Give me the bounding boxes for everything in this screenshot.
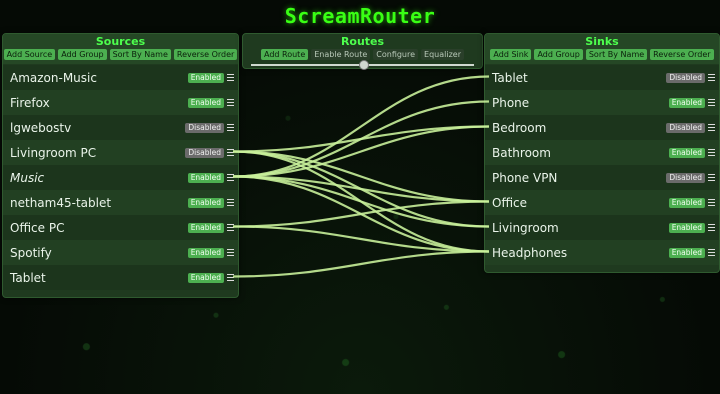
sinks-panel: Sinks Add Sink Add Group Sort By Name Re… bbox=[484, 33, 720, 273]
drag-handle-icon[interactable] bbox=[227, 174, 234, 181]
sink-status-toggle[interactable]: Disabled bbox=[666, 72, 705, 83]
drag-handle-icon[interactable] bbox=[708, 74, 715, 81]
drag-handle-icon[interactable] bbox=[227, 149, 234, 156]
route-add-route-button[interactable]: Add Route bbox=[260, 49, 309, 60]
sink-name: Office bbox=[492, 195, 528, 210]
sink-name: Bathroom bbox=[492, 145, 551, 160]
drag-handle-icon[interactable] bbox=[708, 249, 715, 256]
drag-handle-icon[interactable] bbox=[227, 224, 234, 231]
sources-header: Sources Add Source Add Group Sort By Nam… bbox=[3, 34, 238, 64]
sinks-sort-by-name-button[interactable]: Sort By Name bbox=[585, 49, 648, 60]
source-name: Firefox bbox=[10, 95, 50, 110]
source-row[interactable]: Firefox Enabled bbox=[3, 90, 238, 115]
sink-row[interactable]: Phone Enabled bbox=[485, 90, 719, 115]
drag-handle-icon[interactable] bbox=[708, 199, 715, 206]
route-equalizer-button[interactable]: Equalizer bbox=[421, 49, 465, 60]
source-name: Amazon-Music bbox=[10, 70, 97, 85]
sink-status-toggle[interactable]: Enabled bbox=[668, 222, 705, 233]
sink-row[interactable]: Office Enabled bbox=[485, 190, 719, 215]
sink-row[interactable]: Bathroom Enabled bbox=[485, 140, 719, 165]
source-name: Spotify bbox=[10, 245, 52, 260]
source-name: netham45-tablet bbox=[10, 195, 112, 210]
source-status-toggle[interactable]: Enabled bbox=[187, 72, 224, 83]
source-status-toggle[interactable]: Enabled bbox=[187, 247, 224, 258]
route-slider-handle[interactable] bbox=[359, 60, 369, 70]
app-title: ScreamRouter bbox=[284, 4, 436, 28]
sink-status-toggle[interactable]: Enabled bbox=[668, 97, 705, 108]
source-row[interactable]: Spotify Enabled bbox=[3, 240, 238, 265]
add-sink-button[interactable]: Add Sink bbox=[490, 49, 532, 60]
source-row[interactable]: Music Enabled bbox=[3, 165, 238, 190]
reverse-order-button[interactable]: Reverse Order bbox=[173, 49, 238, 60]
source-name: lgwebostv bbox=[10, 120, 72, 135]
sink-row[interactable]: Bedroom Disabled bbox=[485, 115, 719, 140]
source-name: Tablet bbox=[10, 270, 46, 285]
source-row[interactable]: Livingroom PC Disabled bbox=[3, 140, 238, 165]
add-group-button[interactable]: Add Group bbox=[58, 49, 107, 60]
sink-status-toggle[interactable]: Disabled bbox=[666, 172, 705, 183]
sink-row[interactable]: Phone VPN Disabled bbox=[485, 165, 719, 190]
source-status-toggle[interactable]: Disabled bbox=[185, 122, 224, 133]
sink-row[interactable]: Livingroom Enabled bbox=[485, 215, 719, 240]
sink-status-toggle[interactable]: Enabled bbox=[668, 197, 705, 208]
sources-toolbar: Add Source Add Group Sort By Name Revers… bbox=[3, 48, 238, 64]
source-status-toggle[interactable]: Enabled bbox=[187, 272, 224, 283]
source-status-toggle[interactable]: Enabled bbox=[187, 97, 224, 108]
source-status-toggle[interactable]: Enabled bbox=[187, 222, 224, 233]
add-source-button[interactable]: Add Source bbox=[3, 49, 56, 60]
sinks-toolbar: Add Sink Add Group Sort By Name Reverse … bbox=[485, 48, 719, 64]
sink-name: Phone bbox=[492, 95, 530, 110]
sinks-title: Sinks bbox=[585, 35, 619, 48]
route-configure-button[interactable]: Configure bbox=[373, 49, 419, 60]
sink-row[interactable]: Tablet Disabled bbox=[485, 65, 719, 90]
source-status-toggle[interactable]: Enabled bbox=[187, 172, 224, 183]
source-status-toggle[interactable]: Disabled bbox=[185, 147, 224, 158]
drag-handle-icon[interactable] bbox=[227, 74, 234, 81]
source-name: Office PC bbox=[10, 220, 65, 235]
sink-name: Phone VPN bbox=[492, 170, 558, 185]
source-name: Music bbox=[10, 170, 45, 185]
drag-handle-icon[interactable] bbox=[708, 99, 715, 106]
routes-panel: Routes Add Route Enable Route Configure Equ… bbox=[242, 33, 483, 70]
source-row[interactable]: Tablet Enabled bbox=[3, 265, 238, 290]
drag-handle-icon[interactable] bbox=[227, 274, 234, 281]
sources-panel: Sources Add Source Add Group Sort By Nam… bbox=[2, 33, 239, 298]
sinks-header: Sinks Add Sink Add Group Sort By Name Re… bbox=[485, 34, 719, 64]
route-enable-route-button[interactable]: Enable Route bbox=[311, 49, 371, 60]
source-row[interactable]: Office PC Enabled bbox=[3, 215, 238, 240]
sources-title: Sources bbox=[95, 35, 146, 48]
drag-handle-icon[interactable] bbox=[227, 249, 234, 256]
sink-status-toggle[interactable]: Enabled bbox=[668, 247, 705, 258]
source-status-toggle[interactable]: Enabled bbox=[187, 197, 224, 208]
sort-by-name-button[interactable]: Sort By Name bbox=[109, 49, 171, 60]
drag-handle-icon[interactable] bbox=[708, 149, 715, 156]
sink-row[interactable]: Headphones Enabled bbox=[485, 240, 719, 265]
drag-handle-icon[interactable] bbox=[708, 224, 715, 231]
source-row[interactable]: netham45-tablet Enabled bbox=[3, 190, 238, 215]
drag-handle-icon[interactable] bbox=[708, 124, 715, 131]
drag-handle-icon[interactable] bbox=[708, 174, 715, 181]
sink-status-toggle[interactable]: Enabled bbox=[668, 147, 705, 158]
sink-name: Tablet bbox=[492, 70, 528, 85]
source-row[interactable]: lgwebostv Disabled bbox=[3, 115, 238, 140]
drag-handle-icon[interactable] bbox=[227, 99, 234, 106]
source-row[interactable]: Amazon-Music Enabled bbox=[3, 65, 238, 90]
add-sink-group-button[interactable]: Add Group bbox=[534, 49, 583, 60]
source-name: Livingroom PC bbox=[10, 145, 97, 160]
sink-name: Headphones bbox=[492, 245, 568, 260]
sinks-reverse-order-button[interactable]: Reverse Order bbox=[650, 49, 714, 60]
routes-title: Routes bbox=[340, 35, 385, 48]
drag-handle-icon[interactable] bbox=[227, 124, 234, 131]
drag-handle-icon[interactable] bbox=[227, 199, 234, 206]
sink-name: Bedroom bbox=[492, 120, 547, 135]
sink-name: Livingroom bbox=[492, 220, 559, 235]
sink-status-toggle[interactable]: Disabled bbox=[666, 122, 705, 133]
